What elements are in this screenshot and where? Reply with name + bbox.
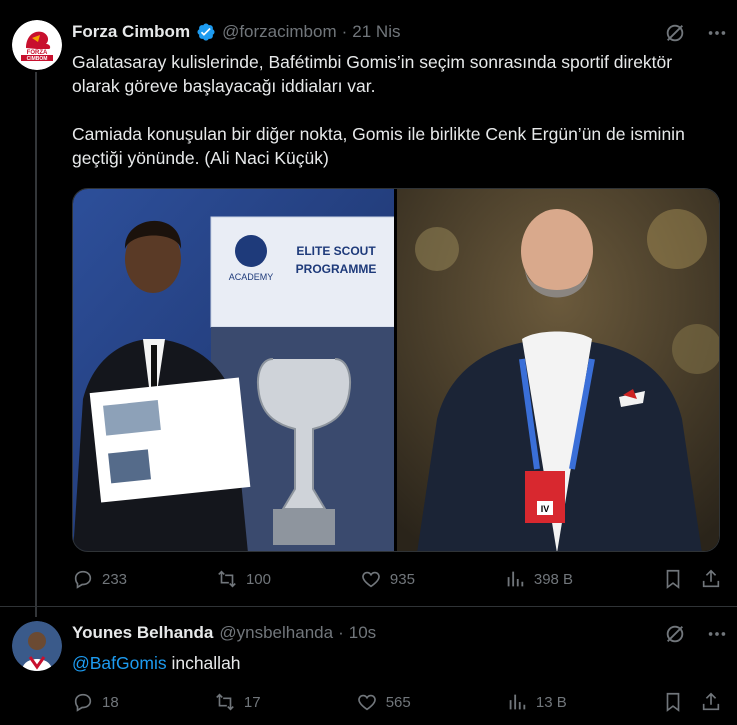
- reply-count: 233: [102, 570, 128, 588]
- media-photo-cenk-ergun[interactable]: IV: [396, 189, 719, 551]
- views-button[interactable]: 398 B: [504, 568, 573, 590]
- retweet-button[interactable]: 17: [214, 691, 261, 713]
- like-icon: [362, 571, 380, 588]
- share-icon[interactable]: [700, 691, 722, 713]
- reply-icon: [74, 693, 92, 712]
- author-name[interactable]: Forza Cimbom: [72, 22, 190, 42]
- thread-line: [35, 72, 37, 617]
- retweet-icon: [218, 570, 236, 588]
- share-icon[interactable]: [700, 568, 722, 590]
- bookmark-icon[interactable]: [662, 568, 684, 590]
- tweet-actions-right: [662, 691, 722, 713]
- svg-text:PROGRAMME: PROGRAMME: [296, 262, 377, 276]
- tweet-actions: 18 17 565 13 B: [72, 691, 722, 713]
- timestamp[interactable]: 21 Nis: [352, 22, 400, 42]
- verified-icon[interactable]: [196, 22, 216, 42]
- more-icon[interactable]: [706, 623, 728, 645]
- svg-text:CIMBOM: CIMBOM: [27, 56, 48, 62]
- retweet-icon: [216, 693, 234, 711]
- views-count: 398 B: [533, 570, 574, 588]
- like-count: 935: [389, 570, 415, 588]
- retweet-button[interactable]: 100: [216, 568, 271, 590]
- tweet-top-icons: [664, 623, 728, 645]
- views-icon: [509, 694, 526, 710]
- badge-label: IV: [541, 504, 550, 514]
- retweet-count: 17: [243, 693, 261, 711]
- mention-link[interactable]: @BafGomis: [72, 653, 167, 673]
- author-handle[interactable]: @forzacimbom: [222, 22, 337, 42]
- tweet-body: inchallah: [166, 653, 241, 673]
- tweet-header: Younes Belhanda @ynsbelhanda · 10s: [72, 623, 376, 643]
- tweet-media[interactable]: ACADEMY ELITE SCOUT PROGRAMME IV: [72, 188, 720, 552]
- tweet-header: Forza Cimbom @forzacimbom · 21 Nis: [72, 22, 400, 42]
- media-photo-gomis[interactable]: ACADEMY ELITE SCOUT PROGRAMME: [73, 189, 394, 551]
- reply-icon: [74, 570, 92, 589]
- like-button[interactable]: 565: [356, 691, 411, 713]
- tweet-actions: 233 100 935 398 B: [72, 568, 722, 590]
- like-count: 565: [385, 693, 411, 711]
- retweet-count: 100: [245, 570, 271, 588]
- avatar[interactable]: FORZA CIMBOM: [12, 20, 62, 70]
- bookmark-icon[interactable]: [662, 691, 684, 713]
- tweet-text-paragraph-1: Galatasaray kulislerinde, Bafétimbi Gomi…: [72, 52, 673, 96]
- reply-count: 18: [102, 693, 119, 711]
- grok-icon[interactable]: [664, 623, 686, 645]
- views-button[interactable]: 13 B: [506, 691, 567, 713]
- reply-button[interactable]: 233: [72, 568, 127, 590]
- tweet-text: @BafGomis inchallah: [72, 651, 712, 675]
- author-handle[interactable]: @ynsbelhanda: [219, 623, 333, 643]
- views-icon: [507, 571, 524, 587]
- tweet-top-icons: [664, 22, 728, 44]
- like-button[interactable]: 935: [360, 568, 415, 590]
- separator-dot: ·: [341, 22, 348, 41]
- tweet-actions-right: [662, 568, 722, 590]
- timestamp[interactable]: 10s: [349, 623, 376, 643]
- tweet-text-paragraph-2: Camiada konuşulan bir diğer nokta, Gomis…: [72, 124, 685, 168]
- like-icon: [357, 694, 376, 711]
- academy-label: ACADEMY: [229, 272, 274, 282]
- tweet-forza-cimbom[interactable]: FORZA CIMBOM Forza Cimbom @forzacimbom ·…: [0, 0, 737, 617]
- views-count: 13 B: [535, 693, 567, 711]
- avatar[interactable]: [12, 621, 62, 671]
- reply-button[interactable]: 18: [72, 691, 119, 713]
- more-icon[interactable]: [706, 22, 728, 44]
- grok-icon[interactable]: [664, 22, 686, 44]
- separator-dot: ·: [338, 623, 344, 642]
- author-name[interactable]: Younes Belhanda: [72, 623, 213, 643]
- svg-text:ELITE SCOUT: ELITE SCOUT: [296, 244, 376, 258]
- tweet-younes-belhanda[interactable]: Younes Belhanda @ynsbelhanda · 10s @BafG…: [0, 607, 737, 725]
